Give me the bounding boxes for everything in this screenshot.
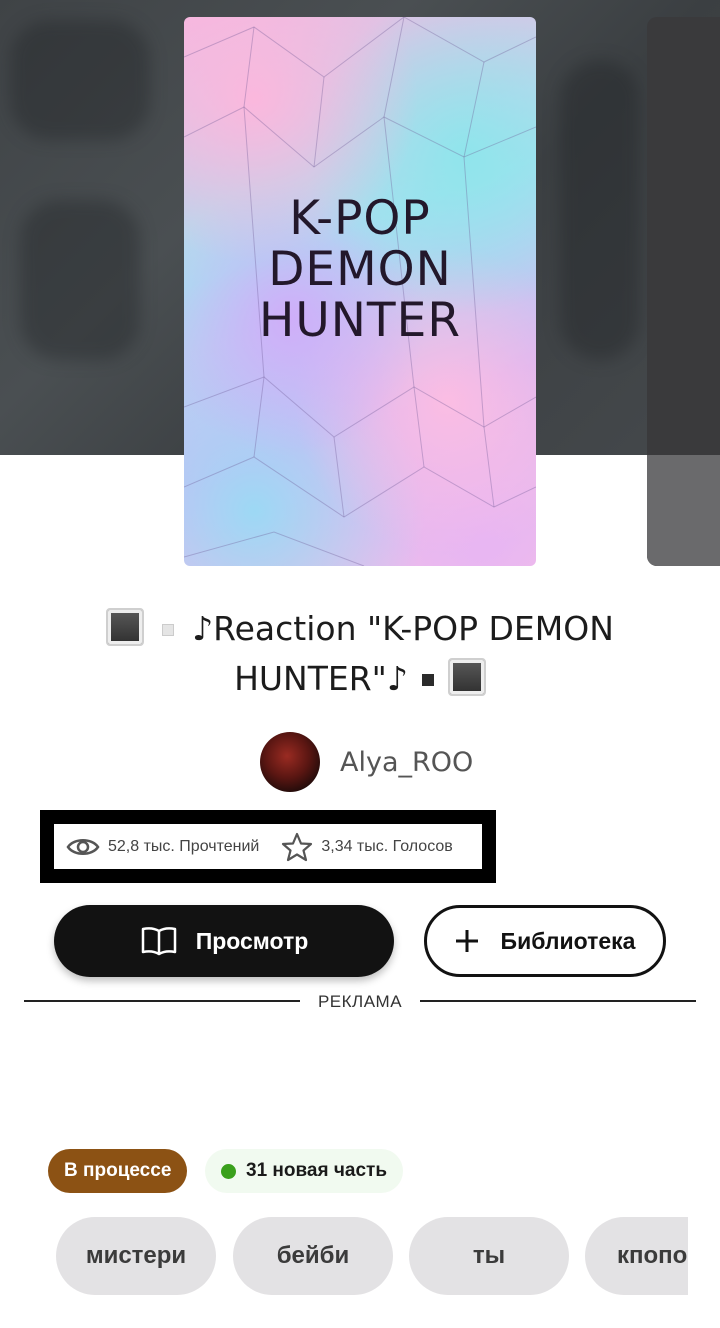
new-parts-label: 31 новая часть	[246, 1160, 388, 1181]
hero-blur-shape	[560, 60, 640, 360]
new-parts-badge: 31 новая часть	[205, 1149, 404, 1193]
tag-chip[interactable]: кпопо	[585, 1217, 688, 1295]
avatar[interactable]	[260, 732, 320, 792]
cover-title: K-POP DEMON HUNTER	[184, 195, 536, 348]
library-button-label: Библиотека	[500, 927, 636, 954]
black-square-emoji-icon	[106, 608, 145, 646]
stats-bar: 52,8 тыс. Прочтений 3,34 тыс. Голосов	[54, 824, 482, 869]
title-line-1: ♪Reaction "K-POP DEMON	[192, 609, 614, 648]
cover-kpop-text: K-POP	[289, 191, 431, 246]
plus-icon	[455, 930, 478, 952]
add-to-library-button[interactable]: Библиотека	[424, 905, 666, 977]
next-story-cover-lower	[647, 455, 720, 566]
cover-title-line-3: HUNTER	[259, 293, 461, 348]
white-small-square-icon	[162, 624, 175, 636]
tag-chip[interactable]: мистери	[56, 1217, 216, 1295]
tag-chip[interactable]: ты	[409, 1217, 569, 1295]
status-badge: В процессе	[48, 1149, 188, 1193]
story-title: ♪Reaction "K-POP DEMON HUNTER"♪	[60, 604, 660, 704]
star-icon	[282, 832, 313, 861]
author-name[interactable]: Alya_ROO	[340, 747, 473, 778]
votes-count: 3,34 тыс. Голосов	[321, 837, 453, 855]
book-icon	[141, 927, 176, 956]
ad-divider-right	[420, 1000, 696, 1002]
green-dot-icon	[221, 1163, 236, 1179]
black-square-emoji-icon	[447, 658, 486, 696]
votes-stat: 3,34 тыс. Голосов	[281, 832, 453, 862]
tag-chip[interactable]: бейби	[233, 1217, 393, 1295]
cover-title-line-1: K-POP	[184, 195, 536, 242]
title-line-2: HUNTER"♪	[234, 659, 408, 698]
reads-stat: 52,8 тыс. Прочтений	[66, 836, 259, 858]
author-row[interactable]: Alya_ROO	[260, 732, 473, 792]
hero-blur-shape	[20, 200, 140, 360]
eye-icon	[66, 838, 100, 855]
black-small-square-icon	[421, 674, 434, 686]
ad-divider-left	[24, 1000, 300, 1002]
read-button-label: Просмотр	[195, 927, 309, 954]
story-cover: K-POP DEMON HUNTER	[184, 17, 536, 566]
hero-blur-shape	[10, 20, 150, 140]
cover-title-line-2: DEMON	[268, 242, 452, 297]
tags-row: мистери бейби ты кпопо	[0, 1217, 688, 1295]
read-button[interactable]: Просмотр	[54, 905, 394, 977]
ad-label: РЕКЛАМА	[317, 992, 403, 1011]
reads-count: 52,8 тыс. Прочтений	[108, 837, 260, 855]
